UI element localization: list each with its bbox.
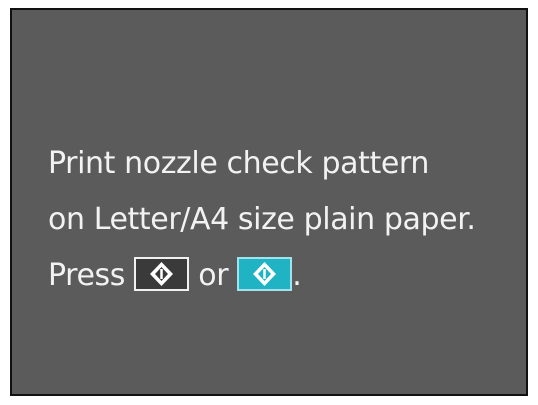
bw-start-button[interactable] (134, 257, 190, 291)
or-text: or (198, 258, 229, 293)
nozzle-check-message: Print nozzle check pattern on Letter/A4 … (48, 136, 476, 304)
press-text: Press (48, 258, 125, 293)
color-start-button[interactable] (237, 257, 293, 291)
message-line-3: Press or . (48, 248, 476, 304)
message-line-2: on Letter/A4 size plain paper. (48, 202, 476, 237)
lcd-screen: Print nozzle check pattern on Letter/A4 … (10, 8, 528, 396)
period-text: . (292, 258, 302, 293)
start-diamond-icon (150, 262, 174, 286)
start-diamond-icon (253, 262, 277, 286)
message-line-1: Print nozzle check pattern (48, 146, 429, 181)
